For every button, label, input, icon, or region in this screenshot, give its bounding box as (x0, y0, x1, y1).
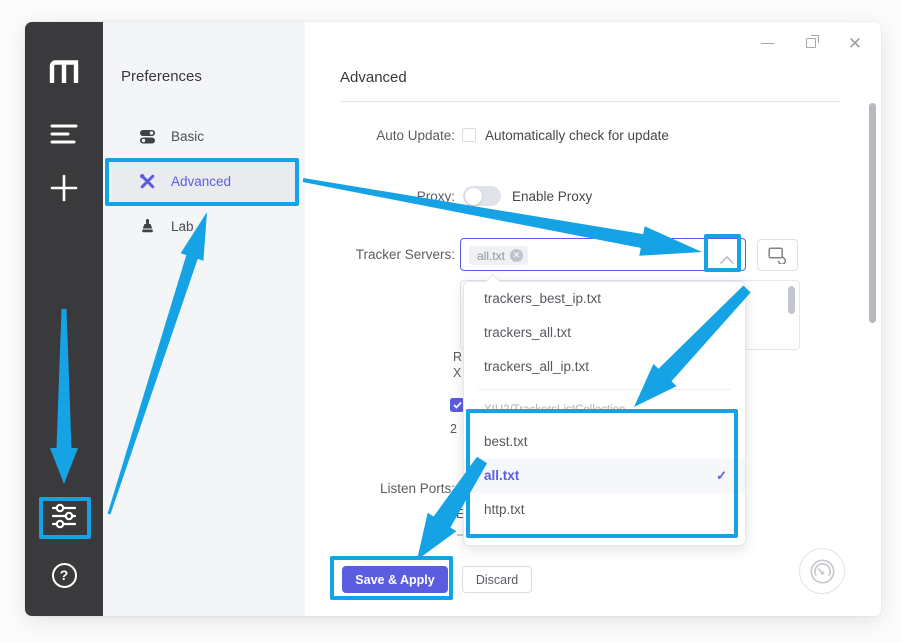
sync-tracker-list-button[interactable] (757, 239, 798, 271)
speedometer-icon (809, 558, 836, 585)
dropdown-option-label: all.txt (484, 459, 519, 493)
window-controls: ✕ (757, 28, 865, 58)
hidden-checked-checkbox[interactable] (450, 398, 464, 412)
dropdown-option-selected[interactable]: all.txt ✓ (464, 459, 745, 493)
preferences-title: Preferences (121, 68, 202, 85)
maximize-button[interactable] (801, 31, 821, 55)
proxy-toggle[interactable] (463, 186, 501, 206)
selected-tag-label: all.txt (477, 249, 505, 263)
screenshot-stage: ? Preferences Basic (0, 0, 902, 642)
chevron-up-icon[interactable] (720, 251, 734, 269)
dropdown-divider (478, 389, 731, 390)
title-divider (340, 101, 841, 102)
menu-item-label: Lab (171, 219, 194, 234)
menu-item-advanced[interactable]: Advanced (111, 159, 297, 204)
menu-item-basic[interactable]: Basic (111, 114, 297, 159)
sync-icon (768, 247, 787, 264)
close-icon: ✕ (848, 35, 862, 52)
toggle-knob (465, 188, 482, 205)
proxy-label: Proxy: (305, 189, 455, 204)
check-icon: ✓ (716, 459, 727, 493)
auto-update-label: Auto Update: (305, 128, 455, 143)
dropdown-option[interactable]: trackers_all.txt (464, 316, 745, 350)
selected-tag: all.txt ✕ (469, 246, 528, 265)
tracker-servers-select[interactable]: all.txt ✕ (460, 238, 746, 271)
tag-remove-icon[interactable]: ✕ (510, 249, 523, 262)
textarea-scrollbar[interactable] (788, 286, 795, 314)
discard-button[interactable]: Discard (462, 566, 532, 593)
help-icon[interactable]: ? (25, 560, 103, 590)
main-scrollbar[interactable] (869, 103, 876, 323)
listen-ports-label: Listen Ports: (305, 481, 455, 496)
auto-update-checkbox[interactable] (462, 128, 476, 142)
tracker-dropdown: trackers_best_ip.txt trackers_all.txt tr… (463, 281, 746, 546)
preferences-menu: Basic Advanced (111, 114, 297, 249)
lab-stamp-icon (139, 218, 156, 235)
tools-icon (139, 173, 156, 190)
tracker-servers-label: Tracker Servers: (305, 247, 455, 262)
dropdown-option[interactable]: trackers_all_ip.txt (464, 350, 745, 384)
maximize-icon (806, 38, 816, 48)
hidden-text-fragment: 2 (450, 422, 457, 436)
menu-item-label: Basic (171, 129, 204, 144)
dropdown-option[interactable]: trackers_best_ip.txt (464, 282, 745, 316)
app-window: ? Preferences Basic (25, 22, 881, 616)
proxy-toggle-label: Enable Proxy (512, 189, 592, 204)
hidden-text-fragment: R (453, 350, 462, 364)
menu-item-lab[interactable]: Lab (111, 204, 297, 249)
dropdown-option[interactable]: http.txt (464, 493, 745, 527)
minimize-button[interactable] (757, 31, 777, 55)
minimize-icon (761, 43, 774, 44)
close-button[interactable]: ✕ (845, 31, 865, 55)
advanced-settings-page: ✕ Advanced Auto Update: Automatically ch… (305, 22, 881, 616)
dropdown-option[interactable]: best.txt (464, 425, 745, 459)
task-list-icon[interactable] (25, 120, 103, 148)
menu-item-label: Advanced (171, 174, 231, 189)
page-title: Advanced (340, 69, 407, 86)
preferences-panel: Preferences Basic (103, 22, 305, 616)
speed-limit-button[interactable] (799, 548, 845, 594)
dropdown-group-label: XIU2/TrackersListCollection (464, 395, 745, 425)
add-task-icon[interactable] (25, 172, 103, 204)
toggles-icon (139, 128, 156, 145)
app-sidebar: ? (25, 22, 103, 616)
hidden-text-fragment: X (453, 366, 461, 380)
help-glyph: ? (60, 567, 69, 583)
motrix-logo-icon (25, 56, 103, 86)
save-apply-button[interactable]: Save & Apply (342, 566, 448, 593)
auto-update-checkbox-label: Automatically check for update (485, 128, 669, 143)
preferences-sliders-icon[interactable] (25, 500, 103, 532)
